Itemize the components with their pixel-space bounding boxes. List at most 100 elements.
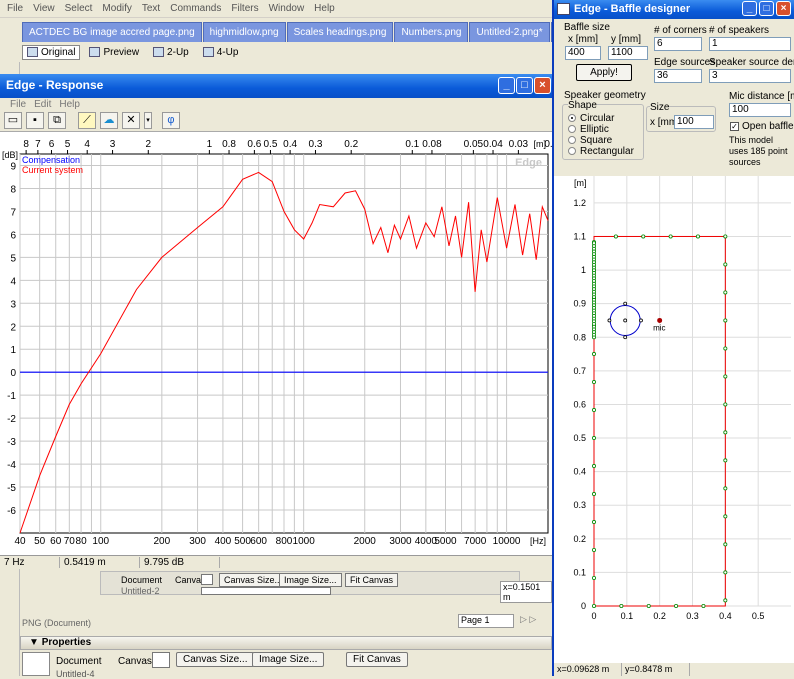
top-tick-label: 0.2 (344, 139, 358, 150)
edge-source-point (619, 603, 624, 608)
edge-source-point (723, 290, 728, 295)
host-menu-item[interactable]: Modify (97, 3, 136, 14)
x-tick-label: 50 (34, 536, 46, 547)
response-menu-item[interactable]: File (10, 99, 26, 110)
response-plot-area[interactable]: 9 8 7 6 5 4 3 2 1 0 -1 -2 -3 -4 -5 -6 [dB] 40 50 60 70 80 100 2… (0, 132, 564, 555)
density-input[interactable]: 3 (709, 69, 791, 83)
edge-source-point (723, 542, 728, 547)
image-size-button-mini[interactable]: Image Size... (279, 573, 342, 587)
two-up-icon (153, 47, 165, 57)
image-size-button[interactable]: Image Size... (252, 652, 325, 667)
baffle-minimize-button[interactable]: _ (742, 1, 757, 16)
baffle-maximize-button[interactable]: □ (759, 1, 774, 16)
apply-button[interactable]: Apply! (576, 64, 632, 81)
x-tick-label: 400 (215, 536, 232, 547)
top-tick-label: 8 (23, 139, 29, 150)
y-tick-label: -1 (7, 391, 16, 402)
baffle-close-button[interactable]: × (776, 1, 791, 16)
canvas-size-button[interactable]: Canvas Size... (176, 652, 255, 667)
close-button[interactable]: × (534, 77, 551, 94)
preview-view-button[interactable]: Preview (84, 45, 144, 60)
two-up-label: 2-Up (167, 46, 189, 58)
four-up-view-button[interactable]: 4-Up (198, 45, 244, 60)
shape-square-radio[interactable]: Square (568, 135, 612, 146)
host-menu-item[interactable]: File (2, 3, 28, 14)
shape-rectangular-radio[interactable]: Rectangular (568, 146, 634, 157)
host-menu-item[interactable]: View (28, 3, 60, 14)
host-menu-item[interactable]: Filters (226, 3, 263, 14)
page-select[interactable]: Page 1 (458, 614, 514, 628)
canvas-color-swatch-mini[interactable] (201, 574, 213, 585)
fit-canvas-button-mini[interactable]: Fit Canvas (345, 573, 399, 587)
app-icon (557, 3, 570, 15)
y-tick-label: -3 (7, 437, 16, 448)
response-menu-item[interactable]: Help (59, 99, 80, 110)
shape-elliptic-radio[interactable]: Elliptic (568, 124, 609, 135)
edge-source-point (723, 430, 728, 435)
edge-source-point (723, 318, 728, 323)
cloud-icon[interactable]: ☁ (100, 112, 118, 129)
host-menu-item[interactable]: Select (60, 3, 98, 14)
y-tick-label: 6 (10, 230, 16, 241)
edge-source-point (723, 598, 728, 603)
original-view-button[interactable]: Original (22, 44, 81, 60)
document-thumbnail-icon (22, 652, 50, 676)
quality-select-mini[interactable] (201, 587, 331, 595)
edge-source-point (723, 234, 728, 239)
density-label: Speaker source density (709, 57, 794, 68)
speakers-input[interactable]: 1 (709, 37, 791, 51)
document-tab[interactable]: ACTDEC BG image accred page.png (22, 22, 202, 42)
baffle-x-tick-label: 0.4 (719, 611, 732, 621)
x-tick-label: 200 (153, 536, 170, 547)
model-note: This model uses 185 point sources (729, 135, 788, 167)
y-tick-label: 0 (10, 368, 16, 379)
canvas-size-button-mini[interactable]: Canvas Size... (219, 573, 288, 587)
shape-circular-radio[interactable]: Circular (568, 113, 614, 124)
baffle-y-tick-label: 0.7 (573, 366, 586, 376)
response-status-bar: 7 Hz 0.5419 m 9.795 dB (0, 555, 552, 569)
baffle-x-tick-label: 0.5 (752, 611, 765, 621)
page-nav-arrows[interactable]: ▷ ▷ (520, 614, 536, 625)
fit-canvas-button[interactable]: Fit Canvas (346, 652, 408, 667)
host-menu-item[interactable]: Window (264, 3, 310, 14)
maximize-button[interactable]: □ (516, 77, 533, 94)
corners-input[interactable]: 6 (654, 37, 702, 51)
baffle-x-input[interactable]: 400 (565, 46, 601, 60)
edge-source-point (674, 603, 679, 608)
properties-header[interactable]: ▼ Properties (20, 636, 552, 650)
open-baffle-checkbox[interactable]: ✓ Open baffle (730, 121, 794, 132)
open-folder-icon[interactable]: ▭ (4, 112, 22, 129)
response-menu-item[interactable]: Edit (34, 99, 51, 110)
size-x-input[interactable]: 100 (674, 115, 714, 129)
document-tab[interactable]: Untitled-2.png* (469, 22, 550, 42)
response-title-bar: Edge - Response _ □ × (0, 74, 552, 98)
host-menu-item[interactable]: Commands (165, 3, 226, 14)
x-tick-label: 10000 (493, 536, 521, 547)
document-tab[interactable]: highmidlow.png (202, 22, 286, 42)
draw-line-icon[interactable]: ⟋ (78, 112, 96, 129)
document-tab[interactable]: Scales headings.png (286, 22, 394, 42)
copy-icon[interactable]: ⧉ (48, 112, 66, 129)
clear-icon[interactable]: ✕ (122, 112, 140, 129)
edge-source-point (646, 603, 651, 608)
baffle-title-bar: Edge - Baffle designer _ □ × (554, 0, 794, 19)
canvas-color-swatch[interactable] (152, 652, 170, 668)
document-tab[interactable]: Numbers.png (394, 22, 469, 42)
save-icon[interactable]: ▪ (26, 112, 44, 129)
baffle-y-tick-label: 0.9 (573, 299, 586, 309)
baffle-y-tick-label: 1.2 (573, 198, 586, 208)
host-menu-item[interactable]: Help (309, 3, 340, 14)
dropdown-arrow-icon[interactable]: ▾ (144, 112, 152, 129)
x-tick-label: 7000 (464, 536, 487, 547)
two-up-view-button[interactable]: 2-Up (148, 45, 194, 60)
speaker-source-point (639, 318, 643, 323)
x-tick-label: 100 (92, 536, 109, 547)
phase-icon[interactable]: φ (162, 112, 180, 129)
minimize-button[interactable]: _ (498, 77, 515, 94)
host-menu-item[interactable]: Text (137, 3, 165, 14)
document-name-mini: Untitled-2 (121, 586, 160, 596)
mic-distance-input[interactable]: 100 (729, 103, 791, 117)
edge-sources-input[interactable]: 36 (654, 69, 702, 83)
baffle-plot-area[interactable]: 1.2 1.1 1 0.9 0.8 0.7 0.6 0.5 0.4 0.3 0.2 0.1 0 0 0.1 0… (554, 176, 794, 663)
baffle-y-input[interactable]: 1100 (608, 46, 648, 60)
